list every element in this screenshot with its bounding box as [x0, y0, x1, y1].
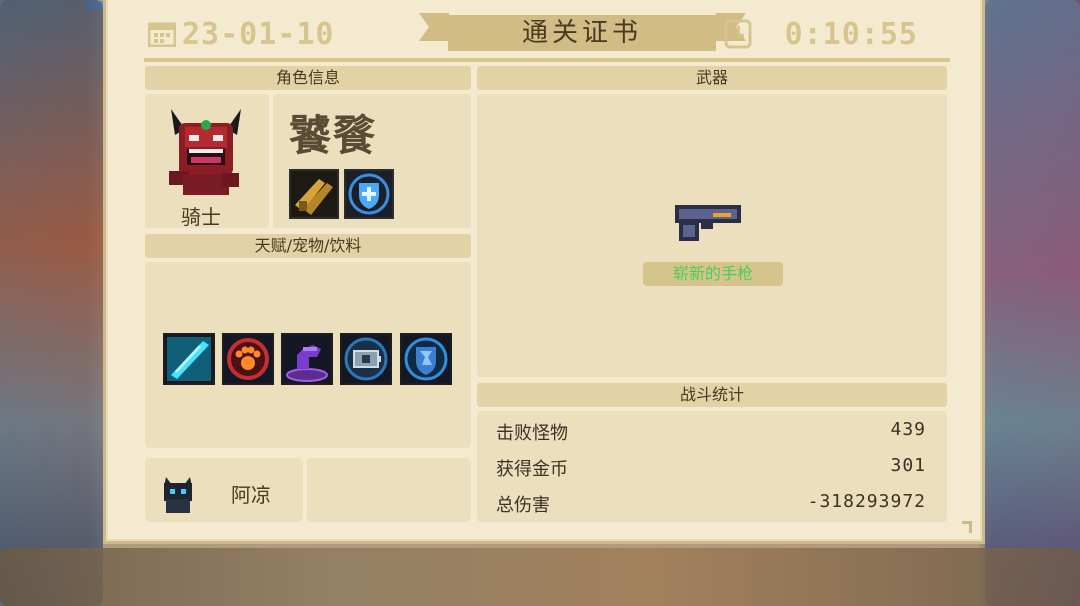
corner-ornament-icon — [962, 521, 972, 533]
stats-section-header: 战斗统计 — [477, 383, 947, 407]
stat-value: 301 — [890, 455, 926, 476]
run-time: 0:10:55 — [784, 17, 918, 52]
pistol-weapon-icon[interactable] — [673, 203, 745, 243]
stat-row-kills: 击败怪物 439 — [496, 417, 926, 445]
background-right — [985, 0, 1080, 606]
battery-icon[interactable] — [340, 333, 392, 385]
certificate-panel: 23-01-10 通关证书 0:10:55 角色信息 骑士 饕餮 天赋/宠物/饮… — [103, 0, 985, 544]
weapon-name: 崭新的手枪 — [643, 262, 783, 286]
corner-tag: 游戏 — [86, 2, 105, 12]
blue-shield-icon[interactable] — [344, 169, 394, 219]
background-left — [0, 0, 103, 606]
black-cat-pet-icon — [164, 477, 192, 513]
ribbon-left-icon — [419, 13, 449, 41]
character-class: 骑士 — [181, 205, 221, 229]
stat-label: 获得金币 — [496, 459, 568, 480]
stat-value: 439 — [890, 419, 926, 440]
purple-hand-icon[interactable] — [281, 333, 333, 385]
header-divider — [144, 58, 950, 62]
stat-label: 总伤害 — [496, 495, 550, 516]
stat-value: -318293972 — [807, 491, 926, 512]
certificate-header: 23-01-10 通关证书 0:10:55 — [142, 5, 952, 55]
weapon-section-header: 武器 — [477, 66, 947, 90]
cyan-blade-icon[interactable] — [163, 333, 215, 385]
character-name: 饕餮 — [289, 111, 378, 160]
demon-character-icon — [169, 109, 241, 195]
stat-label: 击败怪物 — [496, 423, 568, 444]
shield-crest-icon[interactable] — [400, 333, 452, 385]
character-section-header: 角色信息 — [145, 66, 471, 90]
pet-name: 阿凉 — [231, 483, 271, 507]
background-bottom — [0, 548, 1080, 606]
calendar-icon — [148, 22, 176, 47]
clock-icon — [724, 19, 752, 49]
golden-dual-guns-icon[interactable] — [289, 169, 339, 219]
certificate-title: 通关证书 — [448, 15, 716, 51]
talents-section-header: 天赋/宠物/饮料 — [145, 234, 471, 258]
stat-row-gold: 获得金币 301 — [496, 453, 926, 481]
paw-print-icon[interactable] — [222, 333, 274, 385]
run-date: 23-01-10 — [182, 17, 335, 52]
stat-row-damage: 总伤害 -318293972 — [496, 489, 926, 517]
empty-slot-panel — [307, 458, 471, 522]
